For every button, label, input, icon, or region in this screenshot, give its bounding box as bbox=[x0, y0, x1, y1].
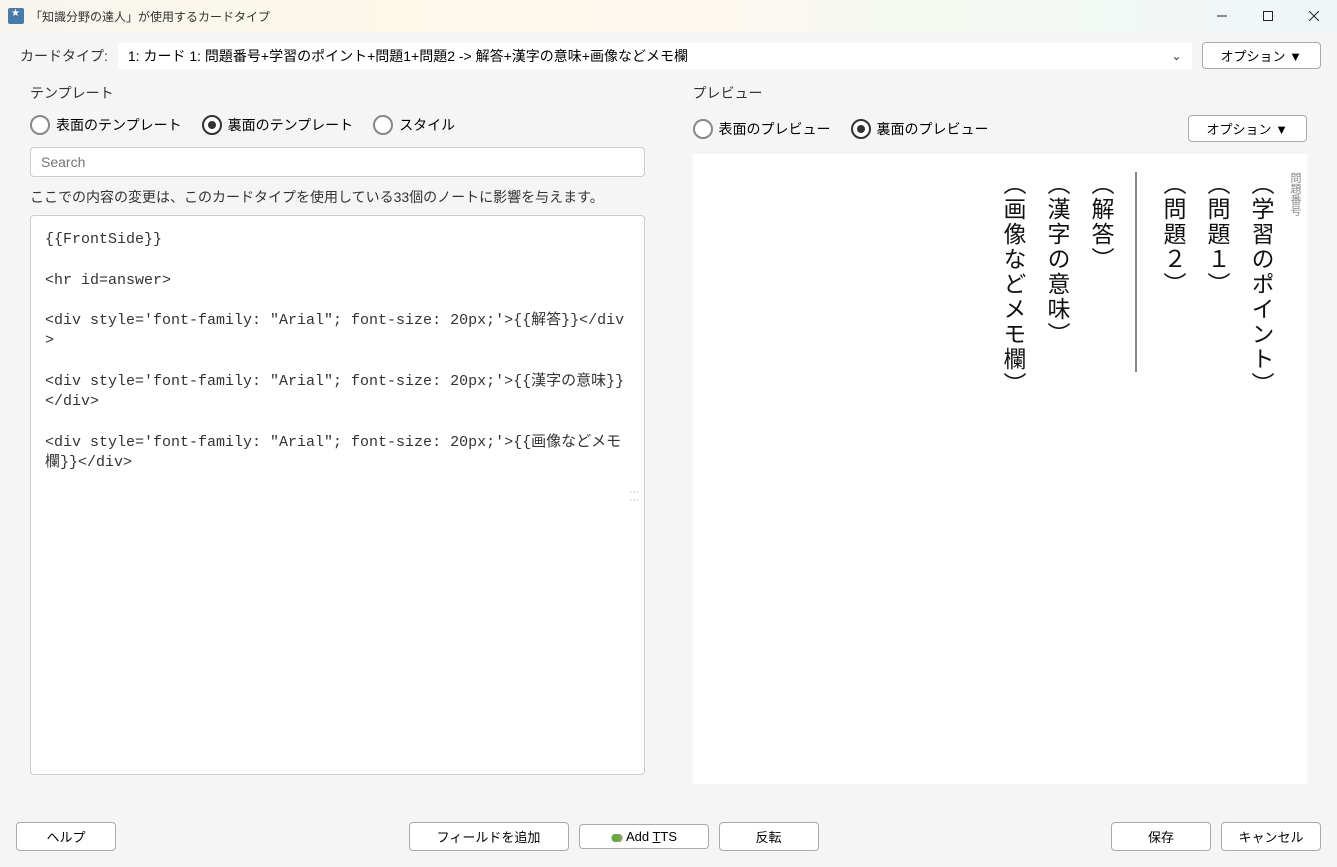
preview-field-number: 問題番号 bbox=[1287, 172, 1303, 216]
add-field-button[interactable]: フィールドを追加 bbox=[409, 822, 569, 851]
preview-field-q1: ︵問題１︶ bbox=[1199, 172, 1233, 297]
template-pane: テンプレート 表面のテンプレート 裏面のテンプレート スタイル ここでの内容の変… bbox=[16, 77, 659, 812]
radio-style-label[interactable]: スタイル bbox=[399, 115, 455, 135]
template-title: テンプレート bbox=[16, 77, 659, 113]
card-type-select[interactable]: 1: カード 1: 問題番号+学習のポイント+問題1+問題2 -> 解答+漢字の… bbox=[118, 43, 1192, 69]
footer: ヘルプ フィールドを追加 Add TTS 反転 保存 キャンセル bbox=[0, 812, 1337, 867]
maximize-button[interactable] bbox=[1245, 0, 1291, 32]
radio-front-preview-label[interactable]: 表面のプレビュー bbox=[719, 119, 831, 139]
template-info: ここでの内容の変更は、このカードタイプを使用している33個のノートに影響を与えま… bbox=[16, 185, 659, 215]
add-tts-button[interactable]: Add TTS bbox=[579, 824, 709, 849]
preview-radio-row: 表面のプレビュー 裏面のプレビュー bbox=[693, 119, 1188, 139]
minimize-icon bbox=[1217, 11, 1227, 21]
template-radio-row: 表面のテンプレート 裏面のテンプレート スタイル bbox=[16, 113, 659, 147]
card-type-options-button[interactable]: オプション ▼ bbox=[1202, 42, 1321, 69]
preview-field-memo: ︵画像などメモ欄︶ bbox=[995, 172, 1029, 397]
window-title: 「知識分野の達人」が使用するカードタイプ bbox=[30, 8, 1199, 25]
drag-handle-icon[interactable]: ⋮⋮ bbox=[626, 487, 640, 503]
maximize-icon bbox=[1263, 11, 1273, 21]
radio-back-preview-label[interactable]: 裏面のプレビュー bbox=[877, 119, 989, 139]
card-type-label: カードタイプ: bbox=[20, 46, 108, 66]
radio-back-preview[interactable] bbox=[851, 119, 871, 139]
preview-field-q2: ︵問題２︶ bbox=[1155, 172, 1189, 297]
code-content: {{FrontSide}} <hr id=answer> <div style=… bbox=[45, 231, 624, 471]
preview-title: プレビュー bbox=[679, 77, 1322, 113]
flip-button[interactable]: 反転 bbox=[719, 822, 819, 851]
radio-front-preview[interactable] bbox=[693, 119, 713, 139]
preview-divider bbox=[1135, 172, 1137, 372]
close-icon bbox=[1309, 11, 1319, 21]
card-type-toolbar: カードタイプ: 1: カード 1: 問題番号+学習のポイント+問題1+問題2 -… bbox=[0, 32, 1337, 77]
help-button[interactable]: ヘルプ bbox=[16, 822, 116, 851]
card-type-value: 1: カード 1: 問題番号+学習のポイント+問題1+問題2 -> 解答+漢字の… bbox=[128, 46, 688, 66]
preview-field-answer: ︵解答︶ bbox=[1083, 172, 1117, 272]
radio-back-template-label[interactable]: 裏面のテンプレート bbox=[228, 115, 354, 135]
template-code-editor[interactable]: {{FrontSide}} <hr id=answer> <div style=… bbox=[30, 215, 645, 775]
preview-options-button[interactable]: オプション ▼ bbox=[1188, 115, 1307, 142]
titlebar: 「知識分野の達人」が使用するカードタイプ bbox=[0, 0, 1337, 32]
window-controls bbox=[1199, 0, 1337, 32]
preview-field-meaning: ︵漢字の意味︶ bbox=[1039, 172, 1073, 347]
app-icon bbox=[8, 8, 24, 24]
cancel-button[interactable]: キャンセル bbox=[1221, 822, 1321, 851]
preview-area: 問題番号 ︵学習のポイント︶ ︵問題１︶ ︵問題２︶ ︵解答︶ ︵漢字の意味︶ … bbox=[693, 154, 1308, 784]
chevron-down-icon: ⌄ bbox=[1171, 49, 1181, 63]
preview-field-point: ︵学習のポイント︶ bbox=[1243, 172, 1277, 397]
preview-pane: プレビュー 表面のプレビュー 裏面のプレビュー オプション ▼ 問題番号 ︵学習… bbox=[679, 77, 1322, 812]
radio-style[interactable] bbox=[373, 115, 393, 135]
main-content: テンプレート 表面のテンプレート 裏面のテンプレート スタイル ここでの内容の変… bbox=[0, 77, 1337, 812]
radio-front-template-label[interactable]: 表面のテンプレート bbox=[56, 115, 182, 135]
minimize-button[interactable] bbox=[1199, 0, 1245, 32]
preview-header-row: 表面のプレビュー 裏面のプレビュー オプション ▼ bbox=[679, 113, 1322, 154]
radio-front-template[interactable] bbox=[30, 115, 50, 135]
close-button[interactable] bbox=[1291, 0, 1337, 32]
radio-back-template[interactable] bbox=[202, 115, 222, 135]
save-button[interactable]: 保存 bbox=[1111, 822, 1211, 851]
search-input[interactable] bbox=[30, 147, 645, 177]
tts-icon bbox=[610, 832, 624, 844]
